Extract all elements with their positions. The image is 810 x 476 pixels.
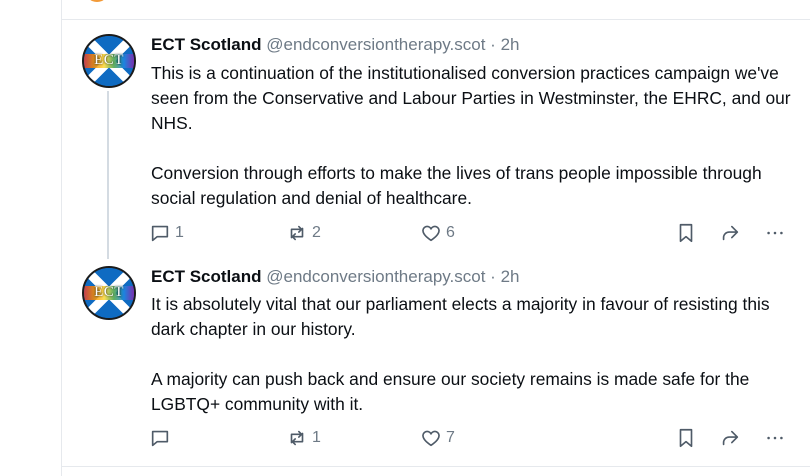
more-icon xyxy=(767,231,783,235)
post-header: ECT Scotland @endconversiontherapy.scot … xyxy=(151,34,520,56)
previous-post-avatar[interactable] xyxy=(85,0,109,2)
author-handle[interactable]: @endconversiontherapy.scot xyxy=(266,35,485,54)
repost-count: 1 xyxy=(312,429,321,446)
like-count: 6 xyxy=(446,224,455,241)
post-header: ECT Scotland @endconversiontherapy.scot … xyxy=(151,266,520,288)
more-options-button[interactable] xyxy=(764,222,786,244)
post-paragraph: A majority can push back and ensure our … xyxy=(151,369,750,414)
like-button[interactable]: 7 xyxy=(420,427,455,449)
divider xyxy=(62,466,810,467)
share-button[interactable] xyxy=(719,222,741,244)
avatar[interactable]: ECT xyxy=(82,34,136,88)
post-actions: 1 2 6 xyxy=(149,222,810,246)
avatar-logo-text: ECT xyxy=(94,52,124,68)
heart-icon xyxy=(422,225,440,242)
post[interactable]: ECT ECT Scotland @endconversiontherapy.s… xyxy=(62,252,810,466)
separator-dot: · xyxy=(490,35,496,54)
author-display-name[interactable]: ECT Scotland xyxy=(151,267,262,286)
post-timestamp[interactable]: 2h xyxy=(501,267,520,286)
share-button[interactable] xyxy=(719,427,741,449)
post-paragraph: This is a continuation of the institutio… xyxy=(151,63,791,133)
post[interactable]: ECT ECT Scotland @endconversiontherapy.s… xyxy=(62,20,810,250)
heart-icon xyxy=(422,430,440,447)
repost-icon xyxy=(290,430,304,446)
share-icon xyxy=(722,225,739,241)
post-actions: 1 7 xyxy=(149,427,810,451)
reply-button[interactable]: 1 xyxy=(149,222,184,244)
share-icon xyxy=(722,430,739,446)
reply-icon xyxy=(151,225,169,242)
author-display-name[interactable]: ECT Scotland xyxy=(151,35,262,54)
repost-icon xyxy=(290,225,304,241)
post-text: This is a continuation of the institutio… xyxy=(151,61,801,211)
more-icon xyxy=(767,436,783,440)
bookmark-icon xyxy=(679,428,693,448)
bookmark-icon xyxy=(679,223,693,243)
post-paragraph: It is absolutely vital that our parliame… xyxy=(151,294,770,339)
post-paragraph: Conversion through efforts to make the l… xyxy=(151,163,762,208)
reply-button[interactable] xyxy=(149,427,175,449)
avatar-logo-text: ECT xyxy=(94,284,124,300)
repost-button[interactable]: 1 xyxy=(286,427,321,449)
post-timestamp[interactable]: 2h xyxy=(501,35,520,54)
like-button[interactable]: 6 xyxy=(420,222,455,244)
post-text: It is absolutely vital that our parliame… xyxy=(151,292,801,417)
like-count: 7 xyxy=(446,429,455,446)
bookmark-button[interactable] xyxy=(675,427,697,449)
separator-dot: · xyxy=(490,267,496,286)
more-options-button[interactable] xyxy=(764,427,786,449)
repost-button[interactable]: 2 xyxy=(286,222,321,244)
avatar[interactable]: ECT xyxy=(82,266,136,320)
bookmark-button[interactable] xyxy=(675,222,697,244)
reply-icon xyxy=(151,430,169,447)
author-handle[interactable]: @endconversiontherapy.scot xyxy=(266,267,485,286)
repost-count: 2 xyxy=(312,224,321,241)
reply-count: 1 xyxy=(175,224,184,241)
